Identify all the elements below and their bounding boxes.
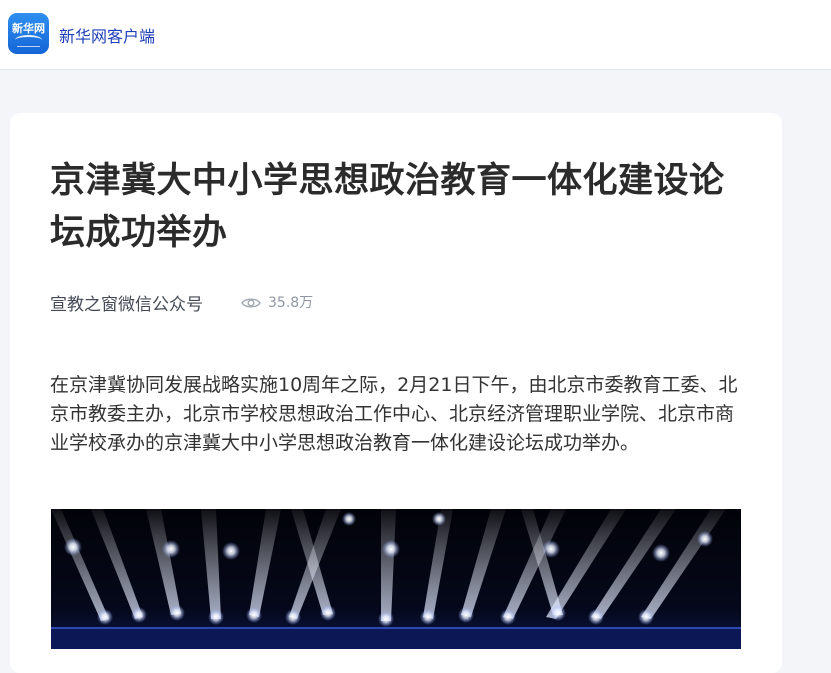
article-title: 京津冀大中小学思想政治教育一体化建设论坛成功举办 [50, 161, 725, 253]
logo-text: 新华网 [12, 22, 45, 35]
article-meta: 宣教之窗微信公众号 35.8万 [50, 290, 314, 315]
article-source[interactable]: 宣教之窗微信公众号 [50, 290, 203, 315]
logo-arc [15, 35, 42, 45]
article-card: 京津冀大中小学思想政治教育一体化建设论坛成功举办 宣教之窗微信公众号 35.8万… [10, 113, 782, 673]
top-bar: 新华网 新华网客户端 [0, 0, 831, 70]
logo-line [17, 46, 40, 47]
article-image[interactable] [51, 509, 741, 649]
stage-lights-photo-icon [51, 509, 741, 649]
app-name-link[interactable]: 新华网客户端 [59, 23, 155, 47]
view-count: 35.8万 [268, 295, 314, 311]
xinhua-logo-icon[interactable]: 新华网 [8, 13, 49, 54]
eye-icon [241, 295, 261, 309]
article-paragraph: 在京津冀协同发展战略实施10周年之际，2月21日下午，由北京市委教育工委、北京市… [50, 374, 738, 454]
